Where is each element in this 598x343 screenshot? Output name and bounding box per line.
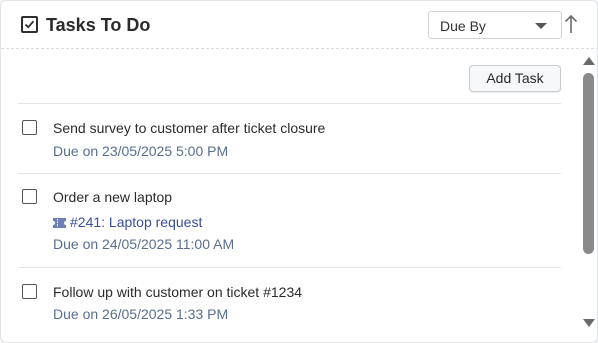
tasks-widget: Tasks To Do Due By Add Task Send survey …: [0, 0, 598, 343]
widget-title: Tasks To Do: [46, 15, 151, 35]
scrollbar-thumb[interactable]: [583, 73, 594, 254]
task-due-date: Due on 24/05/2025 11:00 AM: [53, 236, 235, 252]
widget-header: Tasks To Do Due By: [1, 1, 597, 49]
task-checkbox[interactable]: [22, 120, 37, 135]
task-title: Follow up with customer on ticket #1234: [53, 284, 303, 300]
arrow-up-icon: [564, 14, 578, 33]
task-title: Order a new laptop: [53, 189, 173, 205]
ticket-icon: [53, 215, 66, 231]
sort-direction-button[interactable]: [563, 13, 579, 35]
checkbox-checked-icon: [21, 16, 38, 33]
sort-by-value: Due By: [440, 18, 486, 34]
task-checkbox[interactable]: [22, 189, 37, 204]
task-title: Send survey to customer after ticket clo…: [53, 120, 326, 136]
task-item: Order a new laptop #241: Laptop request …: [1, 174, 571, 267]
task-ticket-label: #241: Laptop request: [70, 214, 203, 230]
scroll-up-arrow-icon[interactable]: [583, 57, 595, 65]
add-task-button[interactable]: Add Task: [469, 65, 561, 92]
task-item: Send survey to customer after ticket clo…: [1, 104, 571, 173]
task-item: Follow up with customer on ticket #1234 …: [1, 268, 571, 338]
task-due-date: Due on 23/05/2025 5:00 PM: [53, 143, 229, 159]
task-ticket-link[interactable]: #241: Laptop request: [53, 214, 202, 231]
task-due-date: Due on 26/05/2025 1:33 PM: [53, 306, 229, 322]
chevron-down-icon: [535, 23, 547, 29]
task-checkbox[interactable]: [22, 284, 37, 299]
sort-by-select[interactable]: Due By: [428, 11, 562, 39]
scroll-down-arrow-icon[interactable]: [583, 319, 595, 327]
